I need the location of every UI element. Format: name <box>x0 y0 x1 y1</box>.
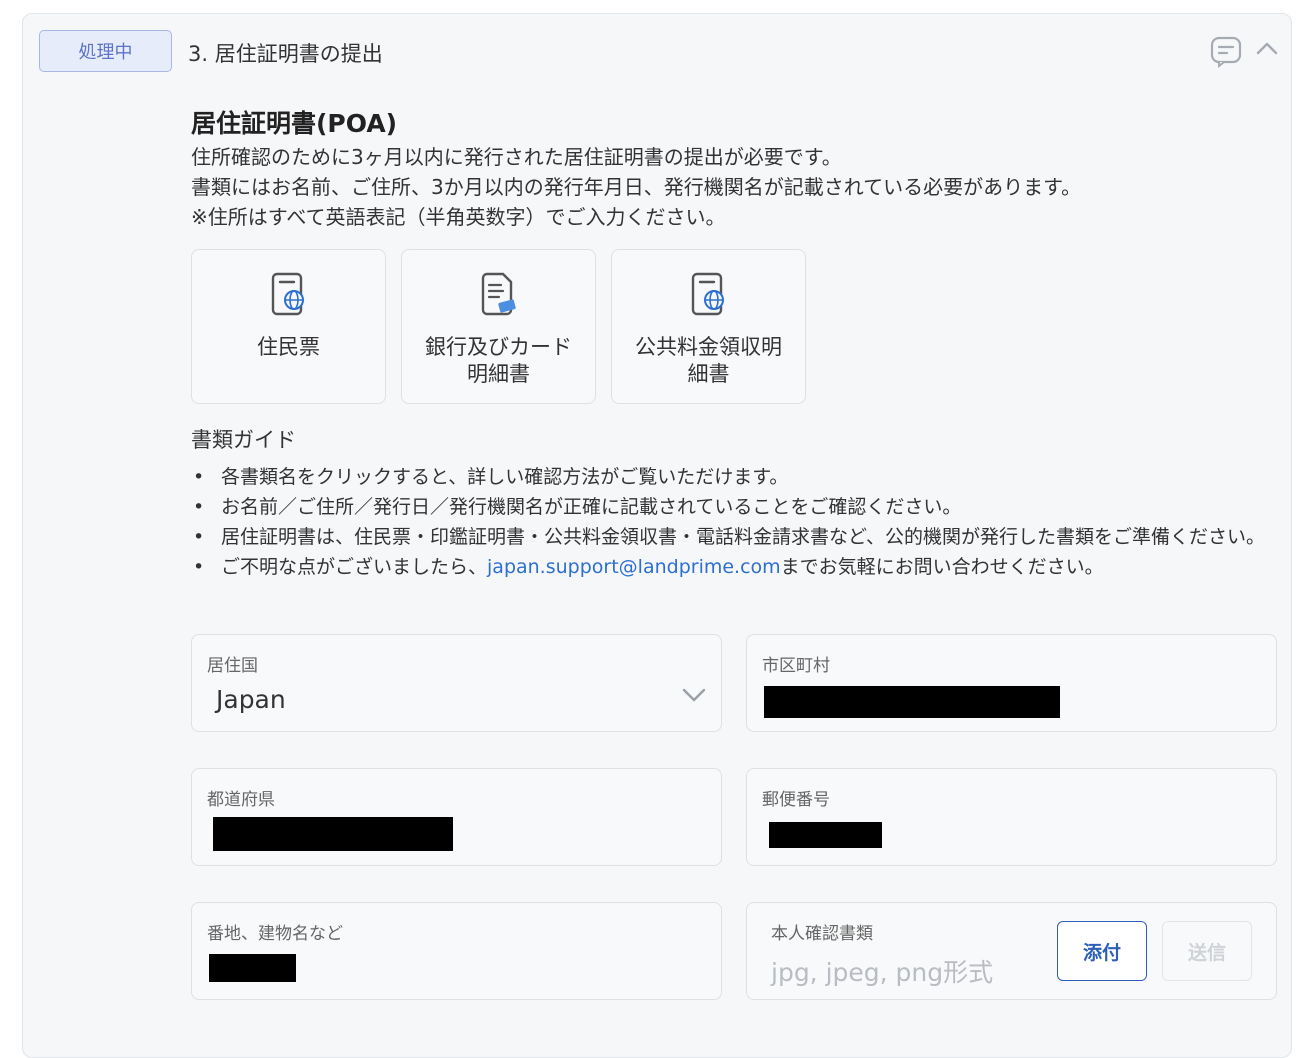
guide-title: 書類ガイド <box>191 428 296 452</box>
status-badge: 処理中 <box>39 30 172 72</box>
guide-item: 各書類名をクリックすると、詳しい確認方法がご覧いただけます。 <box>191 462 1281 492</box>
comment-icon[interactable] <box>1209 34 1243 72</box>
send-button[interactable]: 送信 <box>1162 921 1252 981</box>
doc-card-label: 公共料金領収明 <box>635 335 782 359</box>
attach-button[interactable]: 添付 <box>1057 921 1147 981</box>
redacted-postal-value <box>769 822 882 848</box>
guide-item: 居住証明書は、住民票・印鑑証明書・公共料金領収書・電話料金請求書など、公的機関が… <box>191 522 1281 552</box>
country-value: Japan <box>216 685 286 714</box>
doc-card-label: 住民票 <box>257 335 320 359</box>
city-label: 市区町村 <box>762 656 830 676</box>
chevron-down-icon[interactable] <box>681 687 707 707</box>
doc-card-bank-statement[interactable]: 銀行及びカード 明細書 <box>401 249 596 404</box>
poa-section-panel: 処理中 3. 居住証明書の提出 居住証明書(POA) 住所確認のために3ヶ月以内… <box>22 13 1292 1058</box>
guide-item: お名前／ご住所／発行日／発行機関名が正確に記載されていることをご確認ください。 <box>191 492 1281 522</box>
globe-document-icon <box>612 272 805 322</box>
id-doc-label: 本人確認書類 <box>771 924 873 944</box>
guide-item-text: までお気軽にお問い合わせください。 <box>780 556 1104 578</box>
globe-document-icon <box>192 272 385 322</box>
doc-card-label: 細書 <box>687 362 730 386</box>
guide-item-text: ご不明な点がございましたら、 <box>221 556 488 578</box>
address-field[interactable]: 番地、建物名など <box>191 902 722 1000</box>
description-line: ※住所はすべて英語表記（半角英数字）でご入力ください。 <box>191 205 726 229</box>
redacted-address-value <box>209 954 296 982</box>
guide-list: 各書類名をクリックすると、詳しい確認方法がご覧いただけます。 お名前／ご住所／発… <box>191 462 1281 582</box>
address-label: 番地、建物名など <box>207 924 343 944</box>
postal-label: 郵便番号 <box>762 790 830 810</box>
doc-card-label: 明細書 <box>467 362 530 386</box>
country-select[interactable]: 居住国 Japan <box>191 634 722 732</box>
prefecture-field[interactable]: 都道府県 <box>191 768 722 866</box>
country-label: 居住国 <box>207 656 258 676</box>
id-doc-placeholder: jpg, jpeg, png形式 <box>771 958 994 987</box>
redacted-prefecture-value <box>213 817 453 851</box>
card-document-icon <box>402 272 595 322</box>
chevron-up-icon[interactable] <box>1255 40 1279 60</box>
support-email-link[interactable]: japan.support@landprime.com <box>487 556 781 578</box>
postal-code-field[interactable]: 郵便番号 <box>746 768 1277 866</box>
poa-title: 居住証明書(POA) <box>191 109 398 138</box>
step-title: 3. 居住証明書の提出 <box>188 42 383 66</box>
id-document-upload: 本人確認書類 jpg, jpeg, png形式 添付 送信 <box>746 902 1277 1000</box>
description-line: 書類にはお名前、ご住所、3か月以内の発行年月日、発行機関名が記載されている必要が… <box>191 175 1082 199</box>
guide-item: ご不明な点がございましたら、japan.support@landprime.co… <box>191 552 1281 582</box>
doc-card-utility-receipt[interactable]: 公共料金領収明 細書 <box>611 249 806 404</box>
redacted-city-value <box>764 686 1060 718</box>
doc-card-label: 銀行及びカード <box>425 335 572 359</box>
doc-card-resident-record[interactable]: 住民票 <box>191 249 386 404</box>
poa-description: 住所確認のために3ヶ月以内に発行された居住証明書の提出が必要です。 書類にはお名… <box>191 142 1081 232</box>
city-field[interactable]: 市区町村 <box>746 634 1277 732</box>
prefecture-label: 都道府県 <box>207 790 275 810</box>
description-line: 住所確認のために3ヶ月以内に発行された居住証明書の提出が必要です。 <box>191 145 842 169</box>
